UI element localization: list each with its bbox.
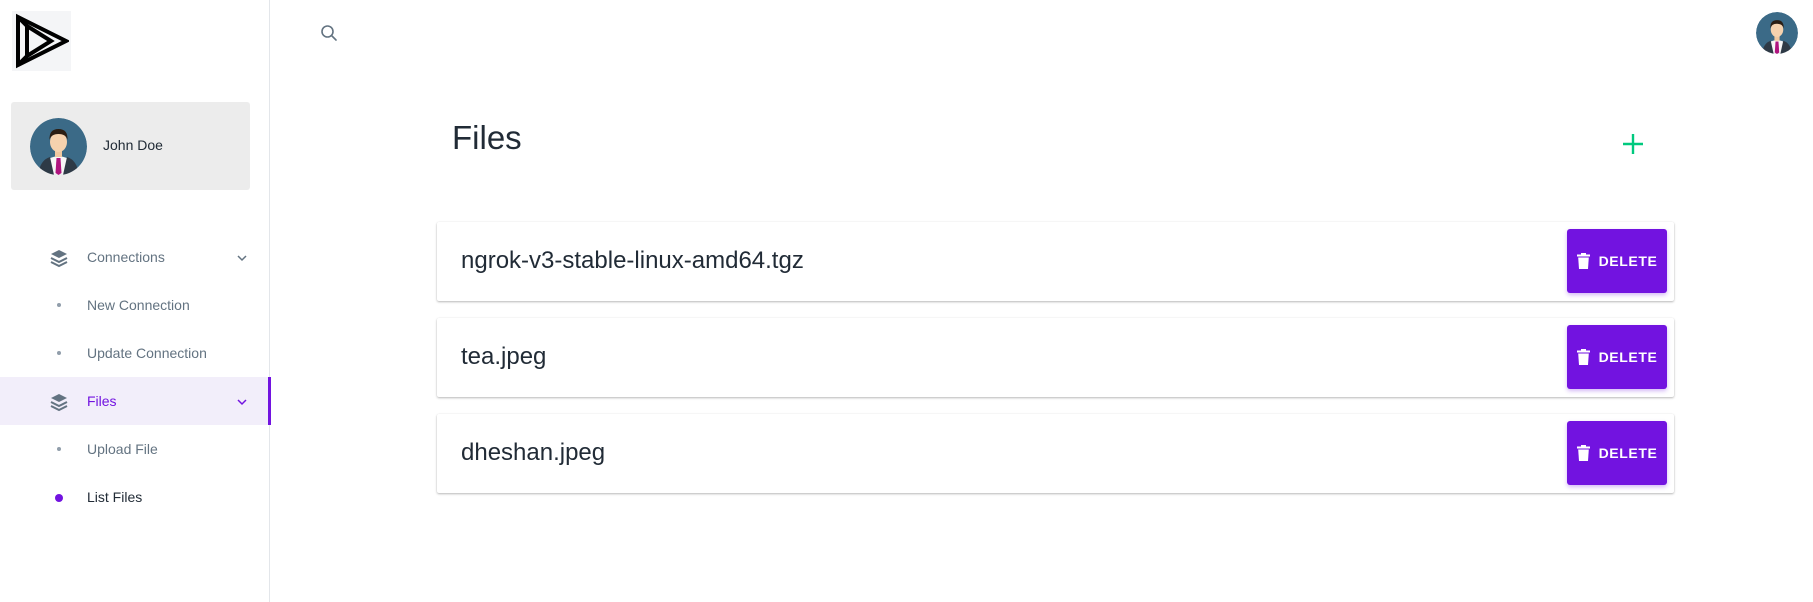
sidebar-item-connections[interactable]: Connections [0,233,270,281]
delete-button[interactable]: DELETE [1567,421,1667,485]
delete-label: DELETE [1598,253,1658,269]
sidebar-item-label: Update Connection [87,345,207,361]
app-logo[interactable] [12,11,71,71]
add-file-button[interactable] [1617,128,1649,160]
delete-label: DELETE [1598,445,1658,461]
file-name: ngrok-v3-stable-linux-amd64.tgz [461,247,804,274]
sidebar-item-label: Files [87,393,117,409]
account-card[interactable]: John Doe [11,102,250,190]
page-title: Files [452,119,522,156]
delete-label: DELETE [1598,349,1658,365]
user-avatar-icon [1756,12,1798,54]
sidebar-item-label: List Files [87,489,143,505]
chevron-down-icon [237,255,247,262]
sidebar-item-list-files[interactable]: List Files [0,473,270,521]
sidebar-item-new-connection[interactable]: New Connection [0,281,270,329]
account-name: John Doe [103,137,163,153]
avatar [30,118,87,175]
trash-icon [1576,253,1590,269]
file-list: ngrok-v3-stable-linux-amd64.tgz DELETE t… [437,222,1674,510]
avatar[interactable] [1756,12,1798,54]
sidebar-item-label: Connections [87,249,165,265]
plus-icon [1623,134,1643,154]
logo-icon [16,13,69,69]
sidebar: John Doe Connections New Connection Upda… [0,0,271,602]
list-item: dheshan.jpeg DELETE [437,414,1674,493]
list-item: tea.jpeg DELETE [437,318,1674,397]
sidebar-item-label: New Connection [87,297,190,313]
trash-icon [1576,349,1590,365]
list-item: ngrok-v3-stable-linux-amd64.tgz DELETE [437,222,1674,301]
chevron-down-icon [237,399,247,406]
bullet-icon [57,351,61,355]
layers-icon [50,394,68,412]
sidebar-item-label: Upload File [87,441,158,457]
bullet-icon [57,303,61,307]
layers-icon [50,250,68,268]
sidebar-item-upload-file[interactable]: Upload File [0,425,270,473]
sidebar-item-files[interactable]: Files [0,377,271,425]
delete-button[interactable]: DELETE [1567,325,1667,389]
search-icon[interactable] [320,24,338,42]
user-avatar-icon [30,118,87,175]
delete-button[interactable]: DELETE [1567,229,1667,293]
file-name: dheshan.jpeg [461,439,606,466]
sidebar-item-update-connection[interactable]: Update Connection [0,329,270,377]
bullet-icon [57,447,61,451]
file-name: tea.jpeg [461,343,547,370]
bullet-icon [55,494,63,502]
sidebar-nav: Connections New Connection Update Connec… [0,233,271,521]
trash-icon [1576,445,1590,461]
